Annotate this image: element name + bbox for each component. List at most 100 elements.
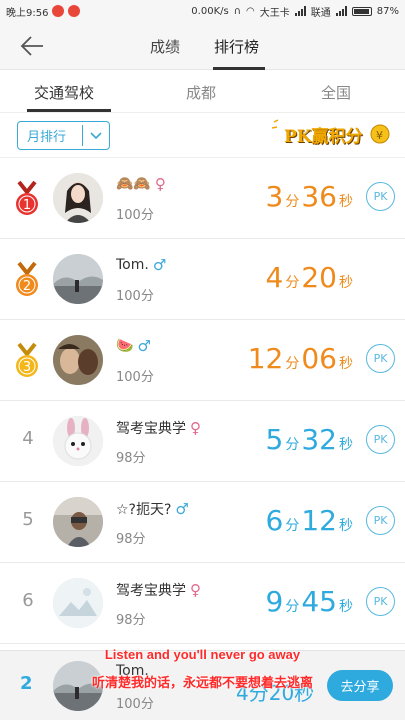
ranking-row-5[interactable]: 5 ☆?扼天? ♂ 98分 6 分 12 秒 PK: [0, 482, 405, 563]
bronze-medal-icon: 3: [16, 342, 38, 377]
user-score: 100分: [116, 370, 154, 385]
pk-button[interactable]: PK: [366, 587, 395, 616]
time-seconds: 36: [301, 180, 337, 213]
completion-time: 5 分 32 秒: [265, 423, 353, 456]
wifi-icon: ◠: [246, 5, 255, 17]
user-name-line: 🙈🙈 ♀: [116, 175, 166, 193]
user-score: 100分: [116, 208, 154, 223]
completion-time: 9 分 45 秒: [265, 585, 353, 618]
user-name-line: ☆?扼天? ♂: [116, 499, 189, 519]
ranking-row-6[interactable]: 6 驾考宝典学 ♀ 98分 9 分 45 秒 PK: [0, 563, 405, 644]
status-bar: 晚上9:56 0.00K/s ∩ ◠ 大王卡 联通 87%: [0, 0, 405, 22]
carrier-1: 大王卡: [259, 7, 290, 19]
avatar[interactable]: [53, 497, 103, 547]
medal-rank: 3: [23, 360, 31, 375]
time-minutes: 3: [265, 180, 284, 213]
user-name: 驾考宝典学: [116, 421, 186, 437]
completion-time: 12 分 06 秒: [247, 342, 353, 375]
ranking-row-2[interactable]: 2 Tom. ♂ 100分 4 分 20 秒: [0, 239, 405, 320]
time-seconds: 45: [301, 585, 337, 618]
pk-button[interactable]: PK: [366, 425, 395, 454]
chevron-down-icon: [83, 131, 109, 141]
pk-reward-banner[interactable]: ¥ PK赢积分: [270, 118, 390, 150]
tab-school[interactable]: 交通驾校: [34, 82, 94, 103]
user-name-line: 驾考宝典学 ♀: [116, 580, 201, 600]
avatar[interactable]: [53, 254, 103, 304]
user-score: 100分: [116, 289, 154, 304]
ranking-row-3[interactable]: 3 🍉 ♂ 100分 12 分 06 秒 PK: [0, 320, 405, 401]
user-name: Tom.: [116, 257, 149, 273]
user-name-line: 驾考宝典学 ♀: [116, 418, 201, 438]
medal-rank: 1: [23, 198, 31, 213]
battery-percent: 87%: [376, 5, 399, 17]
ranking-row-4[interactable]: 4 驾考宝典学 ♀ 98分 5 分 32 秒 PK: [0, 401, 405, 482]
status-time: 晚上9:56: [6, 7, 49, 19]
my-score: 100分: [116, 697, 154, 712]
rank-number: 5: [22, 509, 34, 530]
medal-rank: 2: [23, 279, 31, 294]
svg-text:¥: ¥: [376, 129, 383, 142]
back-button[interactable]: [18, 34, 46, 58]
user-name: 🙈🙈: [116, 176, 151, 192]
weibo-notification-icon: [52, 5, 65, 17]
battery-icon: [351, 6, 372, 16]
tab-ranking[interactable]: 排行榜: [214, 36, 259, 57]
user-name-line: 🍉 ♂: [116, 337, 151, 355]
weibo-notification-icon: [68, 5, 81, 17]
avatar[interactable]: [53, 416, 103, 466]
signal-icon: [335, 6, 347, 16]
time-minutes: 9: [265, 585, 284, 618]
completion-time: 6 分 12 秒: [265, 504, 353, 537]
avatar[interactable]: [53, 578, 103, 628]
pk-button[interactable]: PK: [366, 344, 395, 373]
carrier-2: 联通: [310, 7, 331, 19]
subtitle-chinese: 听清楚我的话，永远都不要想着去逃离: [91, 675, 313, 690]
time-minutes: 4: [265, 261, 284, 294]
headphone-icon: ∩: [233, 5, 242, 17]
user-name: 🍉: [116, 338, 134, 354]
female-icon: ♀: [190, 419, 201, 437]
pk-button[interactable]: PK: [366, 182, 395, 211]
female-icon: ♀: [190, 581, 201, 599]
user-name: 驾考宝典学: [116, 583, 186, 599]
signal-icon: [294, 6, 306, 16]
female-icon: ♀: [154, 175, 166, 193]
male-icon: ♂: [152, 256, 167, 274]
user-score: 98分: [116, 613, 146, 628]
male-icon: ♂: [137, 337, 151, 355]
scope-tabs: 交通驾校 成都 全国: [0, 71, 405, 113]
completion-time: 4 分 20 秒: [265, 261, 353, 294]
user-name-line: Tom. ♂: [116, 256, 166, 274]
top-nav: 成绩 排行榜: [0, 22, 405, 70]
tab-scores[interactable]: 成绩: [150, 36, 180, 57]
period-dropdown[interactable]: 月排行: [17, 121, 110, 150]
silver-medal-icon: 2: [16, 261, 38, 296]
gold-medal-icon: 1: [16, 180, 38, 215]
rank-number: 4: [22, 428, 34, 449]
user-score: 98分: [116, 532, 146, 547]
tab-ranking-indicator: [213, 67, 265, 70]
pk-button[interactable]: PK: [366, 506, 395, 535]
tab-city[interactable]: 成都: [186, 82, 216, 103]
time-minutes: 12: [247, 342, 284, 375]
avatar[interactable]: [53, 173, 103, 223]
male-icon: ♂: [175, 500, 189, 518]
back-arrow-icon: [20, 36, 43, 56]
user-name: ☆?扼天?: [116, 502, 172, 518]
time-minutes: 5: [265, 423, 284, 456]
avatar[interactable]: [53, 335, 103, 385]
subtitle-english: Listen and you'll never go away: [104, 647, 301, 662]
ranking-row-1[interactable]: 1 🙈🙈 ♀ 100分 3 分 36 秒 PK: [0, 158, 405, 239]
time-seconds: 06: [301, 342, 337, 375]
time-seconds: 32: [301, 423, 337, 456]
time-seconds: 12: [301, 504, 337, 537]
period-dropdown-label: 月排行: [27, 130, 67, 145]
time-seconds: 20: [301, 261, 337, 294]
tab-national[interactable]: 全国: [321, 82, 351, 103]
completion-time: 3 分 36 秒: [265, 180, 353, 213]
network-speed: 0.00K/s: [191, 5, 229, 17]
user-score: 98分: [116, 451, 146, 466]
tab-school-indicator: [27, 109, 111, 112]
pk-banner-text: PK赢积分: [284, 127, 363, 147]
rank-number: 6: [22, 590, 34, 611]
